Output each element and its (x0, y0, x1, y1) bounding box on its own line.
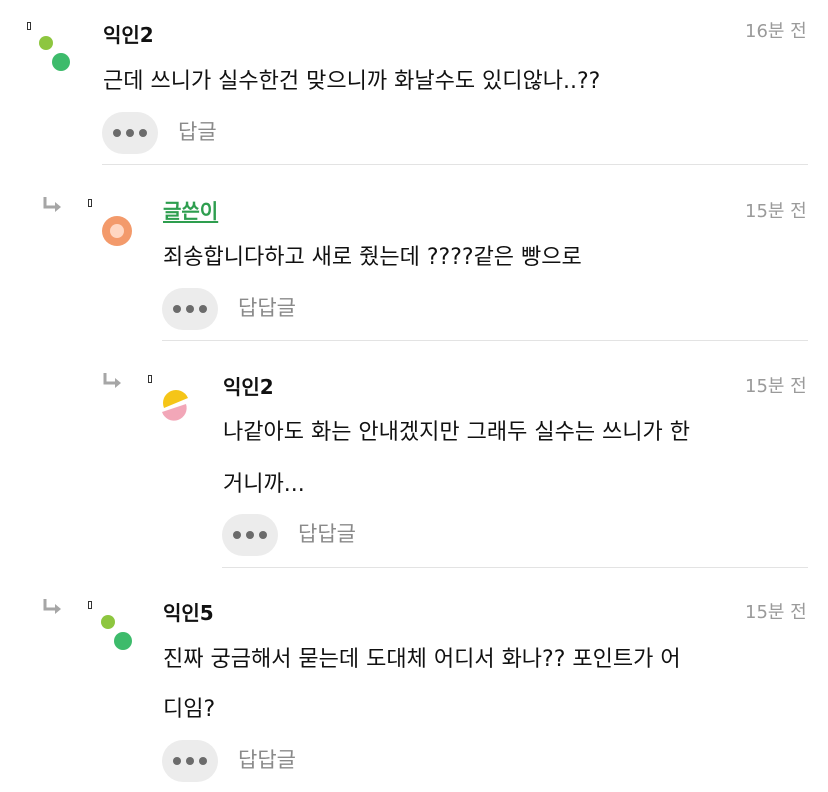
more-dot (186, 305, 194, 313)
timestamp: 15분 전 (745, 376, 807, 397)
comment-text-line: 디임? (163, 697, 216, 722)
more-dot (139, 129, 147, 137)
more-dot (259, 531, 267, 539)
more-options-button[interactable] (102, 112, 158, 154)
more-options-button[interactable] (162, 740, 218, 782)
more-options-button[interactable] (222, 514, 278, 556)
author-name[interactable]: 익인2 (223, 374, 274, 400)
author-name-writer[interactable]: 글쓴이 (163, 198, 218, 224)
timestamp: 15분 전 (745, 201, 807, 222)
comment-text-line: 나같아도 화는 안내겠지만 그래두 실수는 쓰니가 한 (223, 420, 691, 445)
reply-button[interactable]: 답답글 (298, 520, 356, 548)
timestamp: 15분 전 (745, 602, 807, 623)
author-name[interactable]: 익인2 (103, 22, 154, 48)
timestamp: 16분 전 (745, 21, 807, 42)
avatar (39, 36, 70, 71)
comment-text-line: 죄송합니다하고 새로 줬는데 ????같은 빵으로 (163, 245, 582, 270)
avatar (101, 615, 132, 650)
divider (102, 164, 808, 165)
more-dot (246, 531, 254, 539)
author-name[interactable]: 익인5 (163, 600, 214, 626)
avatar (102, 216, 132, 246)
more-dots-icon (173, 757, 181, 765)
reply-button[interactable]: 답답글 (238, 294, 296, 322)
comment-text-line: 근데 쓰니가 실수한건 맞으니까 화날수도 있디않나..?? (103, 69, 601, 94)
comment-text-line: 거니까... (223, 472, 305, 497)
more-dot (199, 757, 207, 765)
more-options-button[interactable] (162, 288, 218, 330)
reply-arrow-icon (43, 197, 61, 212)
more-dots-icon (233, 531, 241, 539)
avatar (162, 390, 188, 421)
more-dot (199, 305, 207, 313)
more-dot (126, 129, 134, 137)
reply-button[interactable]: 답글 (178, 118, 217, 146)
divider (162, 340, 808, 341)
image-placeholder-marker (27, 22, 31, 30)
more-dots-icon (173, 305, 181, 313)
reply-button[interactable]: 답답글 (238, 746, 296, 774)
divider (222, 567, 808, 568)
image-placeholder-marker (88, 199, 92, 207)
reply-arrow-icon (43, 599, 61, 614)
image-placeholder-marker (88, 601, 92, 609)
reply-arrow-icon (103, 373, 121, 388)
more-dot (186, 757, 194, 765)
comment-text-line: 진짜 궁금해서 묻는데 도대체 어디서 화나?? 포인트가 어 (163, 647, 681, 672)
more-dots-icon (113, 129, 121, 137)
image-placeholder-marker (148, 375, 152, 383)
